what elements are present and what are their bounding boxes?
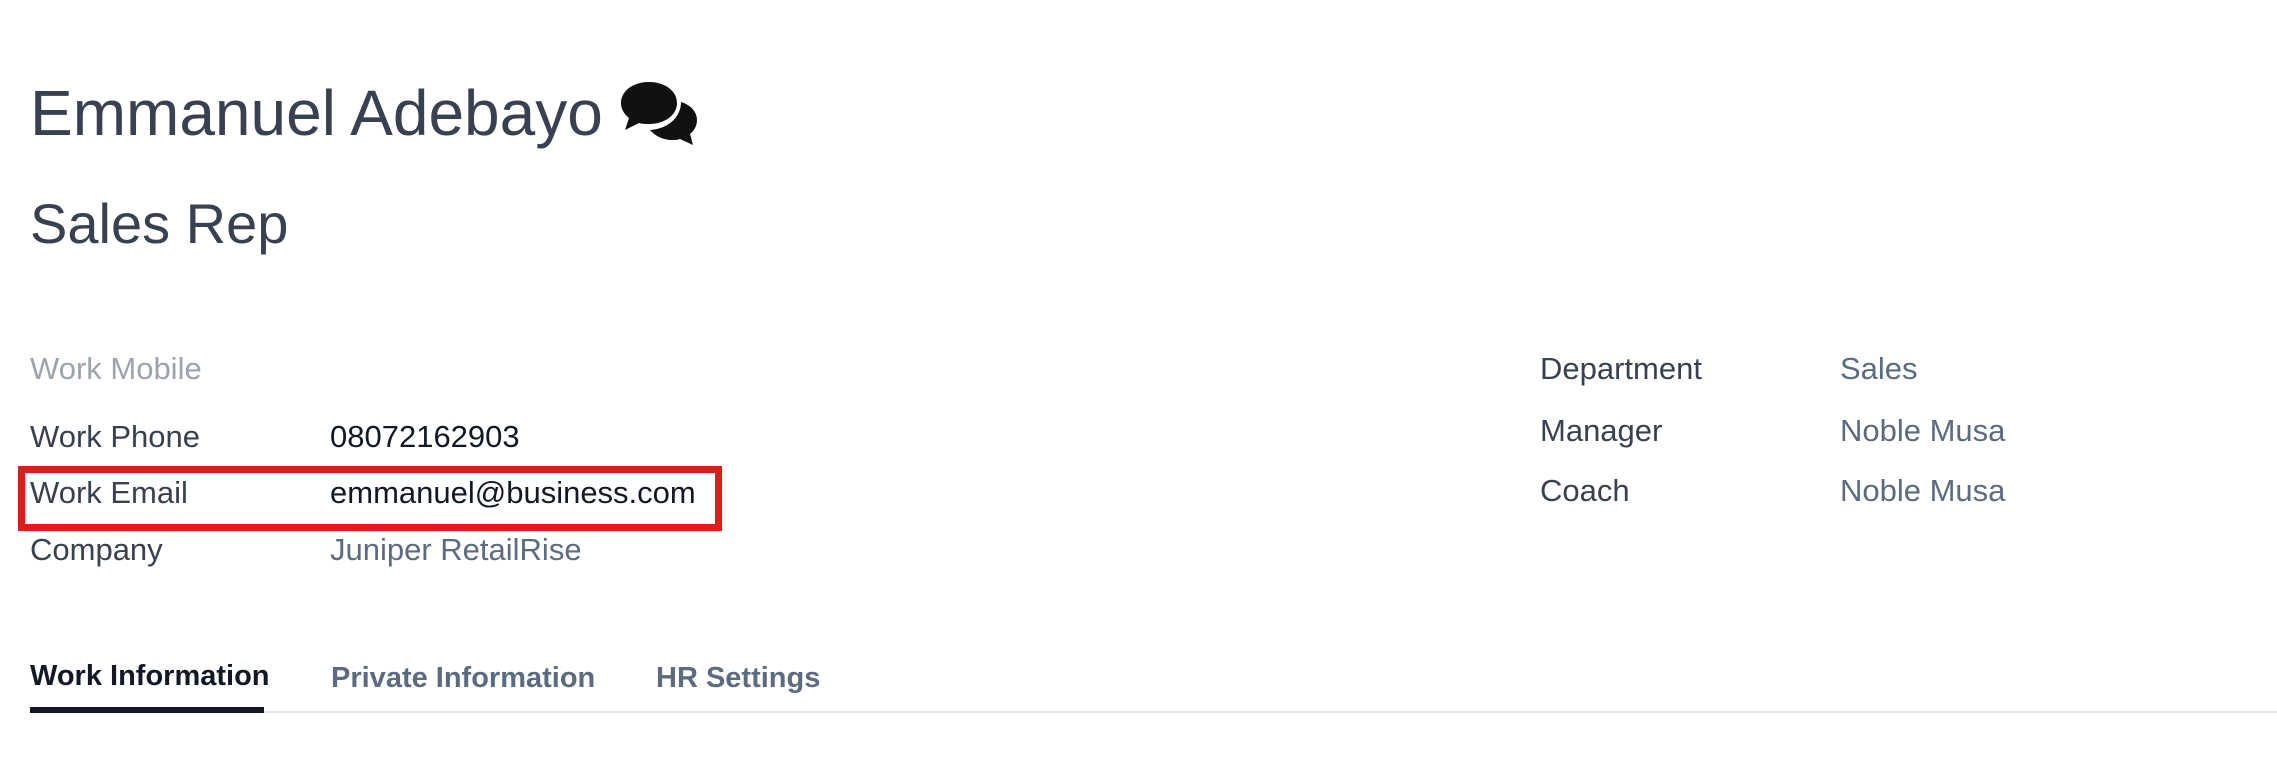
employee-name[interactable]: Emmanuel Adebayo <box>30 81 603 145</box>
coach-value[interactable]: Noble Musa <box>1840 473 2005 509</box>
work-email-label: Work Email <box>30 475 188 510</box>
work-mobile-row: Work Mobile <box>30 344 330 394</box>
tab-work-information[interactable]: Work Information <box>30 645 270 713</box>
company-value[interactable]: Juniper RetailRise <box>330 532 582 568</box>
work-phone-value[interactable]: 08072162903 <box>330 419 520 455</box>
work-email-value[interactable]: emmanuel@business.com <box>330 475 696 511</box>
chat-bubbles-icon[interactable] <box>619 78 699 148</box>
work-phone-row: Work Phone 08072162903 <box>30 412 520 462</box>
coach-row: Coach Noble Musa <box>1540 466 2005 516</box>
manager-row: Manager Noble Musa <box>1540 406 2005 456</box>
employee-form: Emmanuel Adebayo Sales Rep Work Mobile W… <box>0 0 2277 771</box>
manager-value[interactable]: Noble Musa <box>1840 413 2005 449</box>
department-value[interactable]: Sales <box>1840 351 1918 387</box>
tab-bar: Work Information Private Information HR … <box>30 645 2277 713</box>
job-title[interactable]: Sales Rep <box>30 196 288 252</box>
tab-hr-settings[interactable]: HR Settings <box>656 645 820 711</box>
department-row: Department Sales <box>1540 344 1918 394</box>
work-phone-label: Work Phone <box>30 419 201 454</box>
tab-private-information[interactable]: Private Information <box>331 645 595 711</box>
employee-header: Emmanuel Adebayo <box>30 78 699 148</box>
manager-label: Manager <box>1540 413 1663 448</box>
company-label: Company <box>30 532 163 567</box>
department-label: Department <box>1540 351 1702 386</box>
work-email-row: Work Email emmanuel@business.com <box>30 468 696 518</box>
coach-label: Coach <box>1540 473 1630 508</box>
work-mobile-label: Work Mobile <box>30 351 202 386</box>
company-row: Company Juniper RetailRise <box>30 525 582 575</box>
